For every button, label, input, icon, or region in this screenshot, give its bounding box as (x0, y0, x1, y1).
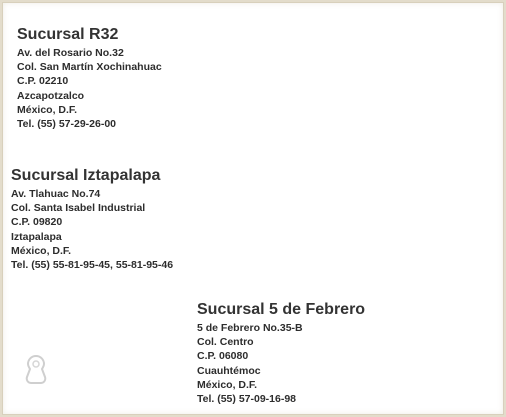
branch-phone: Tel. (55) 57-29-26-00 (17, 118, 117, 131)
branch-name: Sucursal R32 (17, 26, 119, 43)
branch-colony: Col. San Martín Xochinahuac (17, 61, 162, 74)
branch-address: Av. del Rosario No.32 (17, 47, 124, 59)
branch-address: Av. Tlahuac No.74 (11, 188, 101, 200)
branch-colony: Col. Santa Isabel Industrial (11, 202, 146, 215)
branch-name: Sucursal 5 de Febrero (197, 301, 366, 318)
branch-5-de-febrero: Sucursal 5 de Febrero 5 de Febrero No.35… (197, 300, 365, 406)
branch-phone: Tel. (55) 57-09-16-98 (197, 393, 297, 406)
branch-address: 5 de Febrero No.35-B (197, 322, 303, 334)
map-pin-icon (25, 355, 47, 384)
branch-city: México, D.F. (11, 244, 72, 257)
branch-postal-code: C.P. 02210 (17, 75, 69, 88)
branch-borough: Azcapotzalco (17, 89, 85, 102)
branch-borough: Iztapalapa (11, 230, 62, 243)
branch-phone: Tel. (55) 55-81-95-45, 55-81-95-46 (11, 259, 174, 272)
branch-name: Sucursal Iztapalapa (11, 167, 161, 184)
branch-directory-card: Sucursal R32 Av. del Rosario No.32 Col. … (2, 2, 504, 415)
branch-colony: Col. Centro (197, 336, 254, 349)
branch-city: México, D.F. (17, 103, 78, 116)
branch-r32: Sucursal R32 Av. del Rosario No.32 Col. … (17, 25, 162, 131)
branch-borough: Cuauhtémoc (197, 364, 261, 377)
branch-city: México, D.F. (197, 378, 258, 391)
branch-postal-code: C.P. 06080 (197, 350, 249, 363)
branch-postal-code: C.P. 09820 (11, 216, 63, 229)
branch-iztapalapa: Sucursal Iztapalapa Av. Tlahuac No.74 Co… (11, 166, 173, 272)
